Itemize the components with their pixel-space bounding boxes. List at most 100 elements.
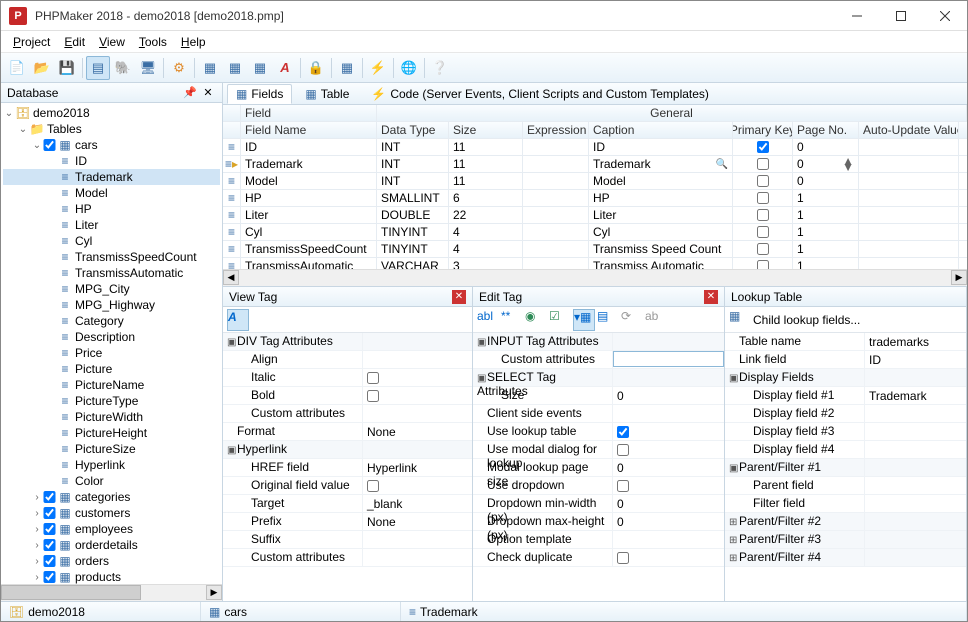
grid-pk-checkbox[interactable] — [757, 175, 769, 187]
prop-pfield-value[interactable] — [865, 477, 966, 494]
grid-row[interactable]: ≡CylTINYINT4Cyl1 — [223, 224, 967, 241]
tree-row[interactable]: ≡PictureSize — [3, 441, 220, 457]
scroll-right-arrow[interactable]: ▶ — [951, 270, 967, 285]
menu-help[interactable]: Help — [175, 33, 212, 51]
tree-row[interactable]: ›▦orderdetails — [3, 537, 220, 553]
tree-row[interactable]: ≡ID — [3, 153, 220, 169]
grid-row[interactable]: ≡▸TrademarkINT11Trademark🔍0▲▼ — [223, 156, 967, 173]
minimize-button[interactable] — [835, 2, 879, 30]
tab-fields[interactable]: ▦ Fields — [227, 84, 292, 104]
tree-checkbox[interactable] — [43, 571, 56, 583]
scrollbar-thumb[interactable] — [1, 585, 141, 600]
new-button[interactable]: 📄 — [5, 56, 29, 80]
html-button[interactable]: 🖥 — [136, 56, 160, 80]
tree-row[interactable]: ≡Category — [3, 313, 220, 329]
grid-row[interactable]: ≡LiterDOUBLE22Liter1 — [223, 207, 967, 224]
prop-custom-value[interactable] — [363, 405, 472, 422]
prop-size-value[interactable]: 0 — [613, 387, 724, 404]
scroll-left-arrow[interactable]: ◀ — [223, 270, 239, 285]
grid-row[interactable]: ≡IDINT11ID0 — [223, 139, 967, 156]
prop-align-value[interactable] — [363, 351, 472, 368]
edit-type-textarea-button[interactable]: ▤ — [597, 309, 619, 331]
prop-udd-checkbox[interactable] — [617, 480, 629, 492]
tree-row[interactable]: ⌄▦cars — [3, 137, 220, 153]
run-button[interactable]: ⚡ — [366, 56, 390, 80]
view-tag-close-button[interactable]: ✕ — [452, 290, 466, 304]
grid-pk-checkbox[interactable] — [757, 260, 769, 269]
prop-ddmax-value[interactable]: 0 — [613, 513, 724, 530]
tree-twisty[interactable]: › — [31, 556, 43, 567]
tree-row[interactable]: ≡MPG_City — [3, 281, 220, 297]
prop-df3-value[interactable] — [865, 423, 966, 440]
grid-pk-checkbox[interactable] — [757, 158, 769, 170]
prop-orig-checkbox[interactable] — [367, 480, 379, 492]
prop-href-value[interactable]: Hyperlink — [363, 459, 472, 476]
tree-row[interactable]: ≡Color — [3, 473, 220, 489]
close-button[interactable] — [923, 2, 967, 30]
tree-row[interactable]: ›▦categories — [3, 489, 220, 505]
view-format-text-button[interactable]: A — [227, 309, 249, 331]
tree-checkbox[interactable] — [43, 555, 56, 567]
prop-suffix-value[interactable] — [363, 531, 472, 548]
save-button[interactable]: 💾 — [55, 56, 79, 80]
tree-twisty[interactable]: › — [31, 492, 43, 503]
prop-target-value[interactable]: _blank — [363, 495, 472, 512]
tree-row[interactable]: ≡Picture — [3, 361, 220, 377]
linked-tables-button[interactable]: ▦ — [248, 56, 272, 80]
tree-row[interactable]: ≡Liter — [3, 217, 220, 233]
scroll-right-arrow[interactable]: ▶ — [206, 585, 222, 600]
tree-twisty[interactable]: › — [31, 508, 43, 519]
php-button[interactable]: 🐘 — [111, 56, 135, 80]
tree-checkbox[interactable] — [43, 139, 56, 151]
prop-df2-value[interactable] — [865, 405, 966, 422]
tab-table[interactable]: ▦ Table — [296, 84, 358, 104]
help-button[interactable]: ❔ — [428, 56, 452, 80]
prop-cse-value[interactable] — [613, 405, 724, 422]
edit-tag-close-button[interactable]: ✕ — [704, 290, 718, 304]
prop-ffield-value[interactable] — [865, 495, 966, 512]
tree-row[interactable]: ≡HP — [3, 201, 220, 217]
fields-grid[interactable]: FieldGeneralField NameData TypeSizeExpre… — [223, 105, 967, 269]
prop-italic-checkbox[interactable] — [367, 372, 379, 384]
database-tree[interactable]: ⌄🗄demo2018⌄📁Tables⌄▦cars≡ID≡Trademark≡Mo… — [1, 103, 222, 584]
grid-pk-checkbox[interactable] — [757, 243, 769, 255]
tree-twisty[interactable]: ⌄ — [31, 140, 43, 151]
tree-row[interactable]: ›▦products — [3, 569, 220, 584]
edit-type-hidden-button[interactable]: ab — [645, 309, 667, 331]
edit-type-text-button[interactable]: abl — [477, 309, 499, 331]
browse-button[interactable]: 🌐 — [397, 56, 421, 80]
tree-checkbox[interactable] — [43, 539, 56, 551]
grid-row[interactable]: ≡TransmissAutomaticVARCHAR3Transmiss Aut… — [223, 258, 967, 269]
edit-type-checkbox-button[interactable]: ☑ — [549, 309, 571, 331]
tree-row[interactable]: ≡MPG_Highway — [3, 297, 220, 313]
tree-row[interactable]: ≡Description — [3, 329, 220, 345]
tree-row[interactable]: ›▦employees — [3, 521, 220, 537]
prop-modal-checkbox[interactable] — [617, 444, 629, 456]
grid-hscrollbar[interactable]: ◀ ▶ — [223, 269, 967, 286]
grid-pk-checkbox[interactable] — [757, 209, 769, 221]
edit-type-file-button[interactable]: ⟳ — [621, 309, 643, 331]
export-button[interactable]: ▦ — [335, 56, 359, 80]
prop-cdup-checkbox[interactable] — [617, 552, 629, 564]
tree-row[interactable]: ≡PictureHeight — [3, 425, 220, 441]
tree-row[interactable]: ≡Trademark — [3, 169, 220, 185]
tree-row[interactable]: ≡PictureName — [3, 377, 220, 393]
db-button[interactable]: ▤ — [86, 56, 110, 80]
prop-custom-attr-value[interactable] — [613, 351, 724, 367]
type-button[interactable]: A — [273, 56, 297, 80]
menu-edit[interactable]: Edit — [58, 33, 91, 51]
tree-twisty[interactable]: › — [31, 540, 43, 551]
menu-tools[interactable]: Tools — [133, 33, 173, 51]
child-lookup-label[interactable]: Child lookup fields... — [753, 313, 860, 327]
grid-pk-checkbox[interactable] — [757, 141, 769, 153]
menu-view[interactable]: View — [93, 33, 131, 51]
tree-row[interactable]: ≡Price — [3, 345, 220, 361]
tree-row[interactable]: ≡TransmissAutomatic — [3, 265, 220, 281]
prop-format-value[interactable]: None — [363, 423, 472, 440]
grid-row[interactable]: ≡ModelINT11Model0 — [223, 173, 967, 190]
tree-row[interactable]: ›▦orders — [3, 553, 220, 569]
tree-row[interactable]: ≡Cyl — [3, 233, 220, 249]
tree-row[interactable]: ⌄📁Tables — [3, 121, 220, 137]
prop-custom2-value[interactable] — [363, 549, 472, 566]
tree-row[interactable]: ≡Hyperlink — [3, 457, 220, 473]
